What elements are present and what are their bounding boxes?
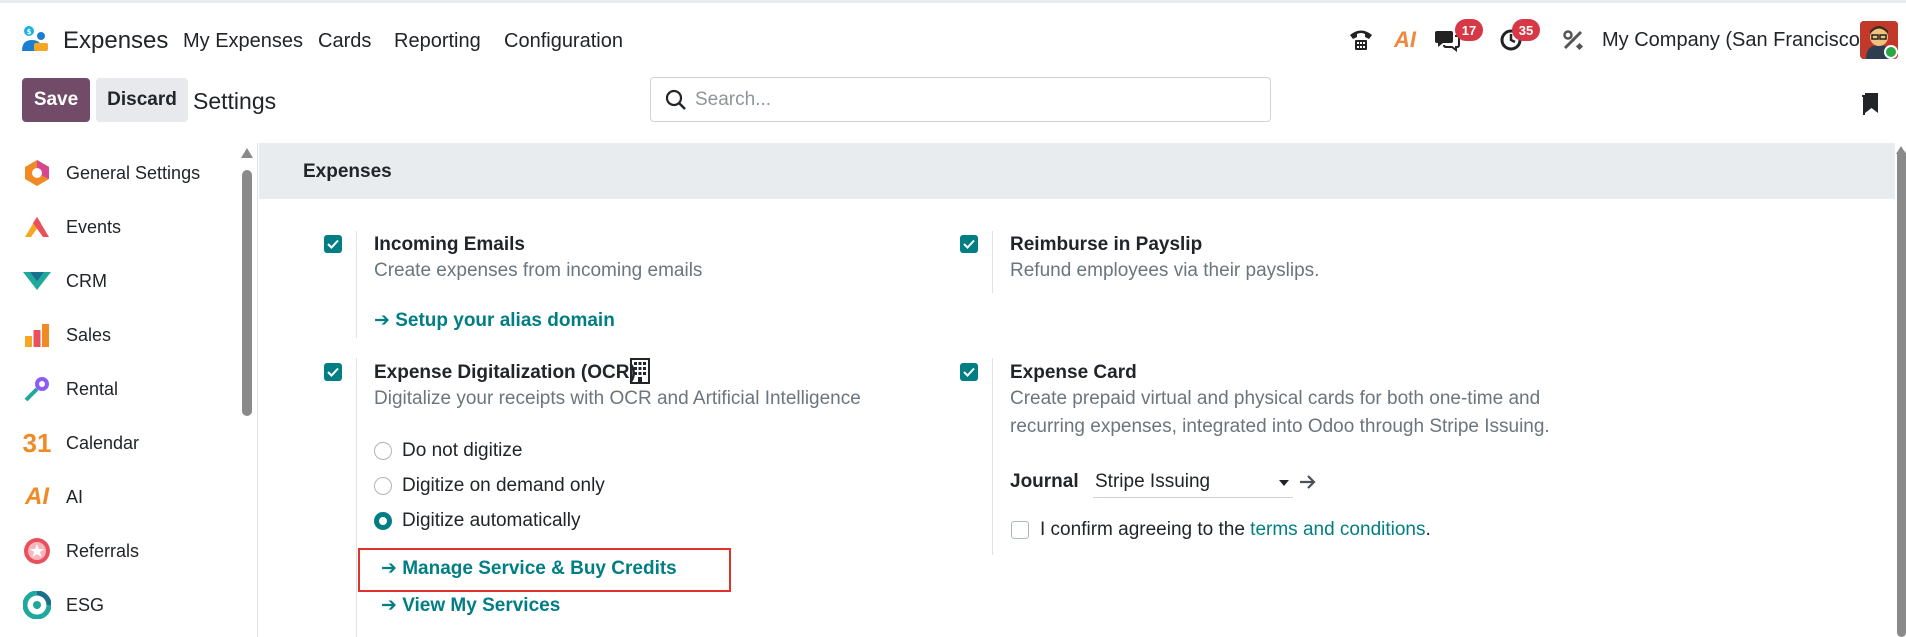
divider [356,358,357,637]
section-title: Expenses [303,161,392,182]
incoming-emails-title: Incoming Emails [374,234,525,255]
radio-do-not-digitize[interactable] [374,442,392,460]
terms-confirm-text: I confirm agreeing to the [1040,519,1251,540]
chevron-down-icon [1279,480,1289,486]
sidebar-item-calendar[interactable]: 31 Calendar [0,416,240,470]
company-switcher[interactable]: My Company (San Francisco) [1602,29,1867,52]
radio-label-digitize-on-demand[interactable]: Digitize on demand only [402,475,605,497]
search-input[interactable] [695,78,1255,121]
sidebar-item-sales[interactable]: Sales [0,308,240,362]
settings-main: Expenses Incoming Emails Create expenses… [259,143,1906,637]
expense-card-title: Expense Card [1010,362,1137,383]
settings-sidebar: General Settings Events CRM Sales Rental… [0,143,258,637]
manage-service-buy-credits-link[interactable]: ➔ Manage Service & Buy Credits [381,557,677,580]
sidebar-item-crm[interactable]: CRM [0,254,240,308]
ai-icon-label: AI [25,483,49,510]
menu-configuration[interactable]: Configuration [504,30,623,53]
terms-confirm-label: I confirm agreeing to the terms and cond… [1040,519,1431,541]
general-settings-icon [22,158,52,188]
sidebar-scroll-thumb[interactable] [242,170,252,416]
view-my-services-link[interactable]: ➔ View My Services [381,594,560,617]
ai-icon[interactable]: AI [1390,25,1420,55]
sidebar-item-label: Referrals [66,540,140,561]
terms-confirm-period: . [1425,519,1431,540]
menu-cards[interactable]: Cards [318,30,371,53]
divider [992,358,993,555]
sidebar-item-esg[interactable]: ESG [0,578,240,632]
reimburse-payslip-title: Reimburse in Payslip [1010,234,1203,255]
radio-label-digitize-automatically[interactable]: Digitize automatically [402,510,580,532]
sidebar-item-rental[interactable]: Rental [0,362,240,416]
divider [992,231,993,293]
divider [356,231,357,338]
search-icon [665,89,686,110]
sidebar-item-label: CRM [66,270,107,291]
incoming-emails-desc: Create expenses from incoming emails [374,260,703,281]
ocr-desc: Digitalize your receipts with OCR and Ar… [374,388,861,409]
referrals-icon [22,536,52,566]
online-status-dot [1884,45,1898,59]
activities-badge: 35 [1512,19,1540,41]
svg-text:$: $ [27,28,32,36]
expenses-app-icon[interactable]: $ [20,25,50,55]
calendar-icon-number: 31 [22,427,52,458]
tools-icon[interactable] [1558,25,1588,55]
terms-confirm-checkbox[interactable] [1011,521,1029,539]
journal-select-value: Stripe Issuing [1095,471,1211,492]
sidebar-item-label: Events [66,216,122,237]
menu-reporting[interactable]: Reporting [394,30,481,53]
rental-icon [22,374,52,404]
main-scroll-thumb[interactable] [1897,150,1906,637]
incoming-emails-checkbox[interactable] [324,235,342,253]
calendar-icon: 31 [22,428,52,458]
sidebar-item-label: Calendar [66,432,140,453]
search-box[interactable] [650,77,1271,122]
sidebar-item-events[interactable]: Events [0,200,240,254]
sidebar-item-general-settings[interactable]: General Settings [0,146,240,200]
sidebar-item-label: General Settings [66,162,201,183]
ocr-title: Expense Digitalization (OCR) [374,362,636,383]
expense-card-checkbox[interactable] [960,363,978,381]
sidebar-scroll-up-arrow[interactable] [241,148,253,158]
building-icon [630,358,650,384]
app-name[interactable]: Expenses [63,27,168,55]
reimburse-payslip-desc: Refund employees via their payslips. [1010,260,1320,281]
sidebar-item-label: AI [66,486,84,507]
crm-icon [22,266,52,296]
sidebar-item-label: Rental [66,378,119,399]
section-header: Expenses [259,143,1895,199]
bookmark-icon[interactable] [1860,91,1880,117]
internal-link-arrow-icon[interactable] [1299,474,1317,490]
ocr-checkbox[interactable] [324,363,342,381]
sidebar-item-ai[interactable]: AI AI [0,470,240,524]
save-button[interactable]: Save [22,78,90,122]
top-navbar: $ Expenses My Expenses Cards Reporting C… [0,0,1906,73]
sidebar-item-label: Sales [66,324,112,345]
menu-my-expenses[interactable]: My Expenses [183,30,303,53]
page-title: Settings [193,88,277,114]
radio-label-do-not-digitize[interactable]: Do not digitize [402,440,522,462]
reimburse-payslip-checkbox[interactable] [960,235,978,253]
radio-digitize-on-demand[interactable] [374,477,392,495]
ai-icon: AI [22,482,52,512]
sidebar-item-label: ESG [66,594,105,615]
setup-alias-domain-link[interactable]: ➔ Setup your alias domain [374,309,615,332]
terms-and-conditions-link[interactable]: terms and conditions [1250,519,1425,540]
phone-icon[interactable] [1346,25,1376,55]
discard-button[interactable]: Discard [96,78,188,122]
events-icon [22,212,52,242]
expense-card-desc-line1: Create prepaid virtual and physical card… [1010,388,1541,409]
messages-badge: 17 [1455,19,1483,41]
sidebar-item-referrals[interactable]: Referrals [0,524,240,578]
esg-icon [22,590,52,620]
sales-icon [22,320,52,350]
radio-digitize-automatically[interactable] [374,512,392,530]
expense-card-desc-line2: recurring expenses, integrated into Odoo… [1010,416,1550,437]
journal-label: Journal [1010,471,1079,492]
journal-select[interactable]: Stripe Issuing [1093,468,1293,498]
